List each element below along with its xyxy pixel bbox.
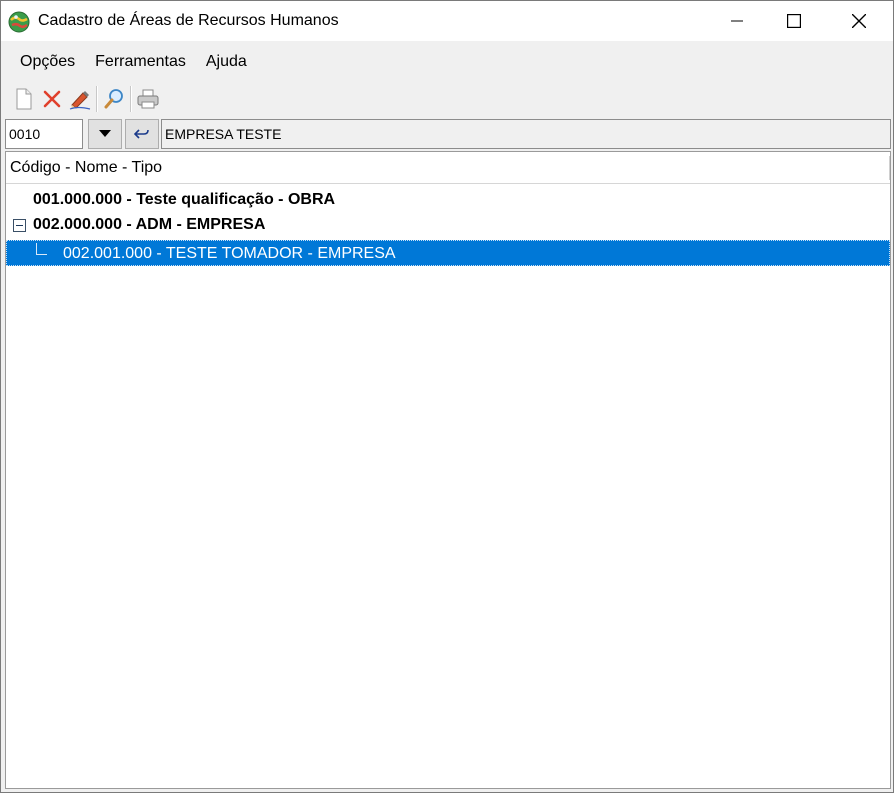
undo-button[interactable] [125,119,159,149]
tree-node-002-001-selected[interactable]: 002.001.000 - TESTE TOMADOR - EMPRESA [6,240,890,266]
edit-icon [69,91,91,110]
new-button[interactable] [10,84,38,114]
dropdown-button[interactable] [88,119,122,149]
toolbar-separator [96,86,98,112]
collapse-icon[interactable] [13,219,26,232]
company-selector: EMPRESA TESTE [5,119,891,149]
tree-column-header[interactable]: Código - Nome - Tipo [6,152,890,184]
close-button[interactable] [831,1,887,41]
edit-button[interactable] [66,84,94,114]
tree-node-001[interactable]: 001.000.000 - Teste qualificação - OBRA [6,188,890,212]
maximize-icon [787,14,801,28]
minimize-button[interactable] [709,1,765,41]
title-bar[interactable]: Cadastro de Áreas de Recursos Humanos [1,1,893,41]
search-icon [104,89,123,109]
new-document-icon [16,88,32,110]
menu-opcoes[interactable]: Opções [10,53,85,71]
menu-ferramentas[interactable]: Ferramentas [85,53,196,71]
menu-ajuda[interactable]: Ajuda [196,53,257,71]
area-tree[interactable]: Código - Nome - Tipo 001.000.000 - Teste… [5,151,891,789]
delete-button[interactable] [38,84,66,114]
undo-icon [134,129,149,139]
tree-node-label: 001.000.000 - Teste qualificação - OBRA [33,191,336,208]
tree-node-002[interactable]: 002.000.000 - ADM - EMPRESA [6,213,890,237]
search-button[interactable] [100,84,128,114]
tree-node-label: 002.001.000 - TESTE TOMADOR - EMPRESA [63,245,396,262]
tree-connector-line [36,243,47,255]
company-code-input[interactable] [5,119,83,149]
menu-bar: Opções Ferramentas Ajuda [1,43,893,81]
minimize-icon [731,20,743,22]
company-name-field: EMPRESA TESTE [161,119,891,149]
maximize-button[interactable] [766,1,822,41]
chevron-down-icon [99,130,111,137]
print-icon [137,89,159,109]
main-window: Cadastro de Áreas de Recursos Humanos Op… [0,0,894,793]
toolbar-separator [130,86,132,112]
toolbar [1,81,893,117]
close-icon [852,14,866,28]
print-button[interactable] [134,84,162,114]
globe-icon [8,11,30,33]
delete-icon [43,90,61,108]
tree-node-label: 002.000.000 - ADM - EMPRESA [33,216,266,233]
window-title: Cadastro de Áreas de Recursos Humanos [38,12,339,29]
